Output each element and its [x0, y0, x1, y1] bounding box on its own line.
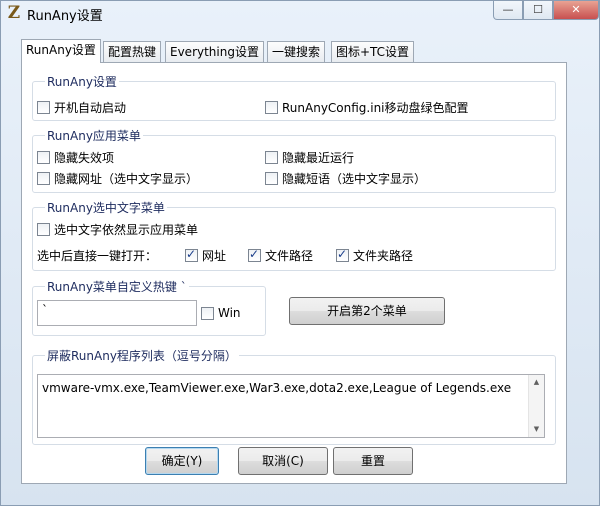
- checkbox-label: 网址: [202, 249, 227, 263]
- checkbox-label: Win: [218, 306, 241, 320]
- tab-hotkey-config[interactable]: 配置热键: [103, 41, 162, 62]
- group-runany-settings: RunAny设置 开机自动启动 RunAnyConfig.ini移动盘绿色配置: [32, 73, 556, 121]
- open-file-path-checkbox[interactable]: 文件路径: [248, 247, 313, 264]
- group-app-menu: RunAny应用菜单 隐藏失效项 隐藏最近运行 隐藏网址（选中文字显示） 隐藏短…: [32, 127, 556, 193]
- checkbox-box[interactable]: [265, 172, 278, 185]
- settings-window: Z RunAny设置 — ☐ ✕ RunAny设置 配置热键 Everythin…: [0, 0, 600, 506]
- hide-url-checkbox[interactable]: 隐藏网址（选中文字显示）: [37, 170, 198, 187]
- group-title: RunAny设置: [45, 73, 119, 90]
- window-title: RunAny设置: [27, 9, 103, 24]
- hotkey-value: `: [42, 303, 48, 317]
- open-folder-path-checkbox[interactable]: 文件夹路径: [336, 247, 413, 264]
- app-logo-icon: Z: [7, 3, 21, 23]
- tab-everything-settings[interactable]: Everything设置: [165, 41, 264, 62]
- tab-panel: RunAny设置 开机自动启动 RunAnyConfig.ini移动盘绿色配置 …: [21, 62, 567, 484]
- checkbox-box[interactable]: [37, 101, 50, 114]
- group-title: RunAny应用菜单: [45, 127, 143, 144]
- checkbox-label: 隐藏失效项: [54, 151, 115, 165]
- title-bar[interactable]: Z RunAny设置 — ☐ ✕: [1, 1, 599, 25]
- cancel-button[interactable]: 取消(C): [238, 447, 328, 475]
- block-list-text: vmware-vmx.exe,TeamViewer.exe,War3.exe,d…: [42, 381, 512, 395]
- portable-config-checkbox[interactable]: RunAnyConfig.ini移动盘绿色配置: [265, 99, 469, 116]
- checkbox-box[interactable]: [37, 151, 50, 164]
- direct-open-label: 选中后直接一键打开：: [37, 249, 158, 263]
- checkbox-label: 隐藏短语（选中文字显示）: [282, 172, 427, 186]
- checkbox-label: RunAnyConfig.ini移动盘绿色配置: [282, 101, 469, 115]
- checkbox-box[interactable]: [185, 247, 198, 262]
- minimize-button[interactable]: —: [493, 1, 523, 20]
- checkbox-label: 文件路径: [265, 249, 314, 263]
- vertical-scrollbar[interactable]: ▲ ▼: [528, 375, 544, 437]
- enable-second-menu-button[interactable]: 开启第2个菜单: [289, 297, 445, 325]
- checkbox-label: 开机自动启动: [54, 101, 127, 115]
- group-title: 屏蔽RunAny程序列表（逗号分隔）: [45, 347, 239, 364]
- autostart-checkbox[interactable]: 开机自动启动: [37, 99, 126, 116]
- checkbox-box[interactable]: [265, 151, 278, 164]
- scroll-down-arrow-icon[interactable]: ▼: [529, 422, 544, 437]
- checkbox-box[interactable]: [248, 247, 261, 262]
- tab-one-key-search[interactable]: 一键搜索: [267, 41, 326, 62]
- hotkey-input[interactable]: `: [37, 300, 197, 326]
- hide-invalid-checkbox[interactable]: 隐藏失效项: [37, 149, 114, 166]
- group-selected-text-menu: RunAny选中文字菜单 选中文字依然显示应用菜单 选中后直接一键打开： 网址 …: [32, 199, 556, 271]
- open-url-checkbox[interactable]: 网址: [185, 247, 226, 264]
- checkbox-box[interactable]: [336, 247, 349, 262]
- scroll-up-arrow-icon[interactable]: ▲: [529, 375, 544, 390]
- window-controls: — ☐ ✕: [493, 1, 599, 21]
- close-button[interactable]: ✕: [553, 1, 599, 20]
- checkbox-label: 选中文字依然显示应用菜单: [54, 223, 199, 237]
- hide-phrases-checkbox[interactable]: 隐藏短语（选中文字显示）: [265, 170, 426, 187]
- group-title: RunAny选中文字菜单: [45, 199, 167, 216]
- reset-button[interactable]: 重置: [333, 447, 413, 475]
- show-app-menu-checkbox[interactable]: 选中文字依然显示应用菜单: [37, 221, 198, 238]
- tab-icon-tc-settings[interactable]: 图标+TC设置: [331, 41, 415, 62]
- checkbox-box[interactable]: [37, 223, 50, 236]
- checkbox-box[interactable]: [265, 101, 278, 114]
- checkbox-label: 隐藏最近运行: [282, 151, 355, 165]
- group-custom-hotkey: RunAny菜单自定义热键 ` ` Win: [32, 278, 266, 336]
- maximize-button[interactable]: ☐: [523, 1, 553, 20]
- checkbox-box[interactable]: [37, 172, 50, 185]
- checkbox-box[interactable]: [201, 306, 214, 320]
- ok-button[interactable]: 确定(Y): [145, 447, 219, 475]
- block-list-textarea[interactable]: vmware-vmx.exe,TeamViewer.exe,War3.exe,d…: [37, 374, 545, 438]
- tab-runany-settings[interactable]: RunAny设置: [21, 39, 101, 63]
- win-key-checkbox[interactable]: Win: [201, 306, 241, 320]
- checkbox-label: 隐藏网址（选中文字显示）: [54, 172, 199, 186]
- group-title: RunAny菜单自定义热键 `: [45, 278, 189, 295]
- checkbox-label: 文件夹路径: [353, 249, 414, 263]
- group-block-list: 屏蔽RunAny程序列表（逗号分隔） vmware-vmx.exe,TeamVi…: [32, 347, 556, 445]
- hide-recent-checkbox[interactable]: 隐藏最近运行: [265, 149, 354, 166]
